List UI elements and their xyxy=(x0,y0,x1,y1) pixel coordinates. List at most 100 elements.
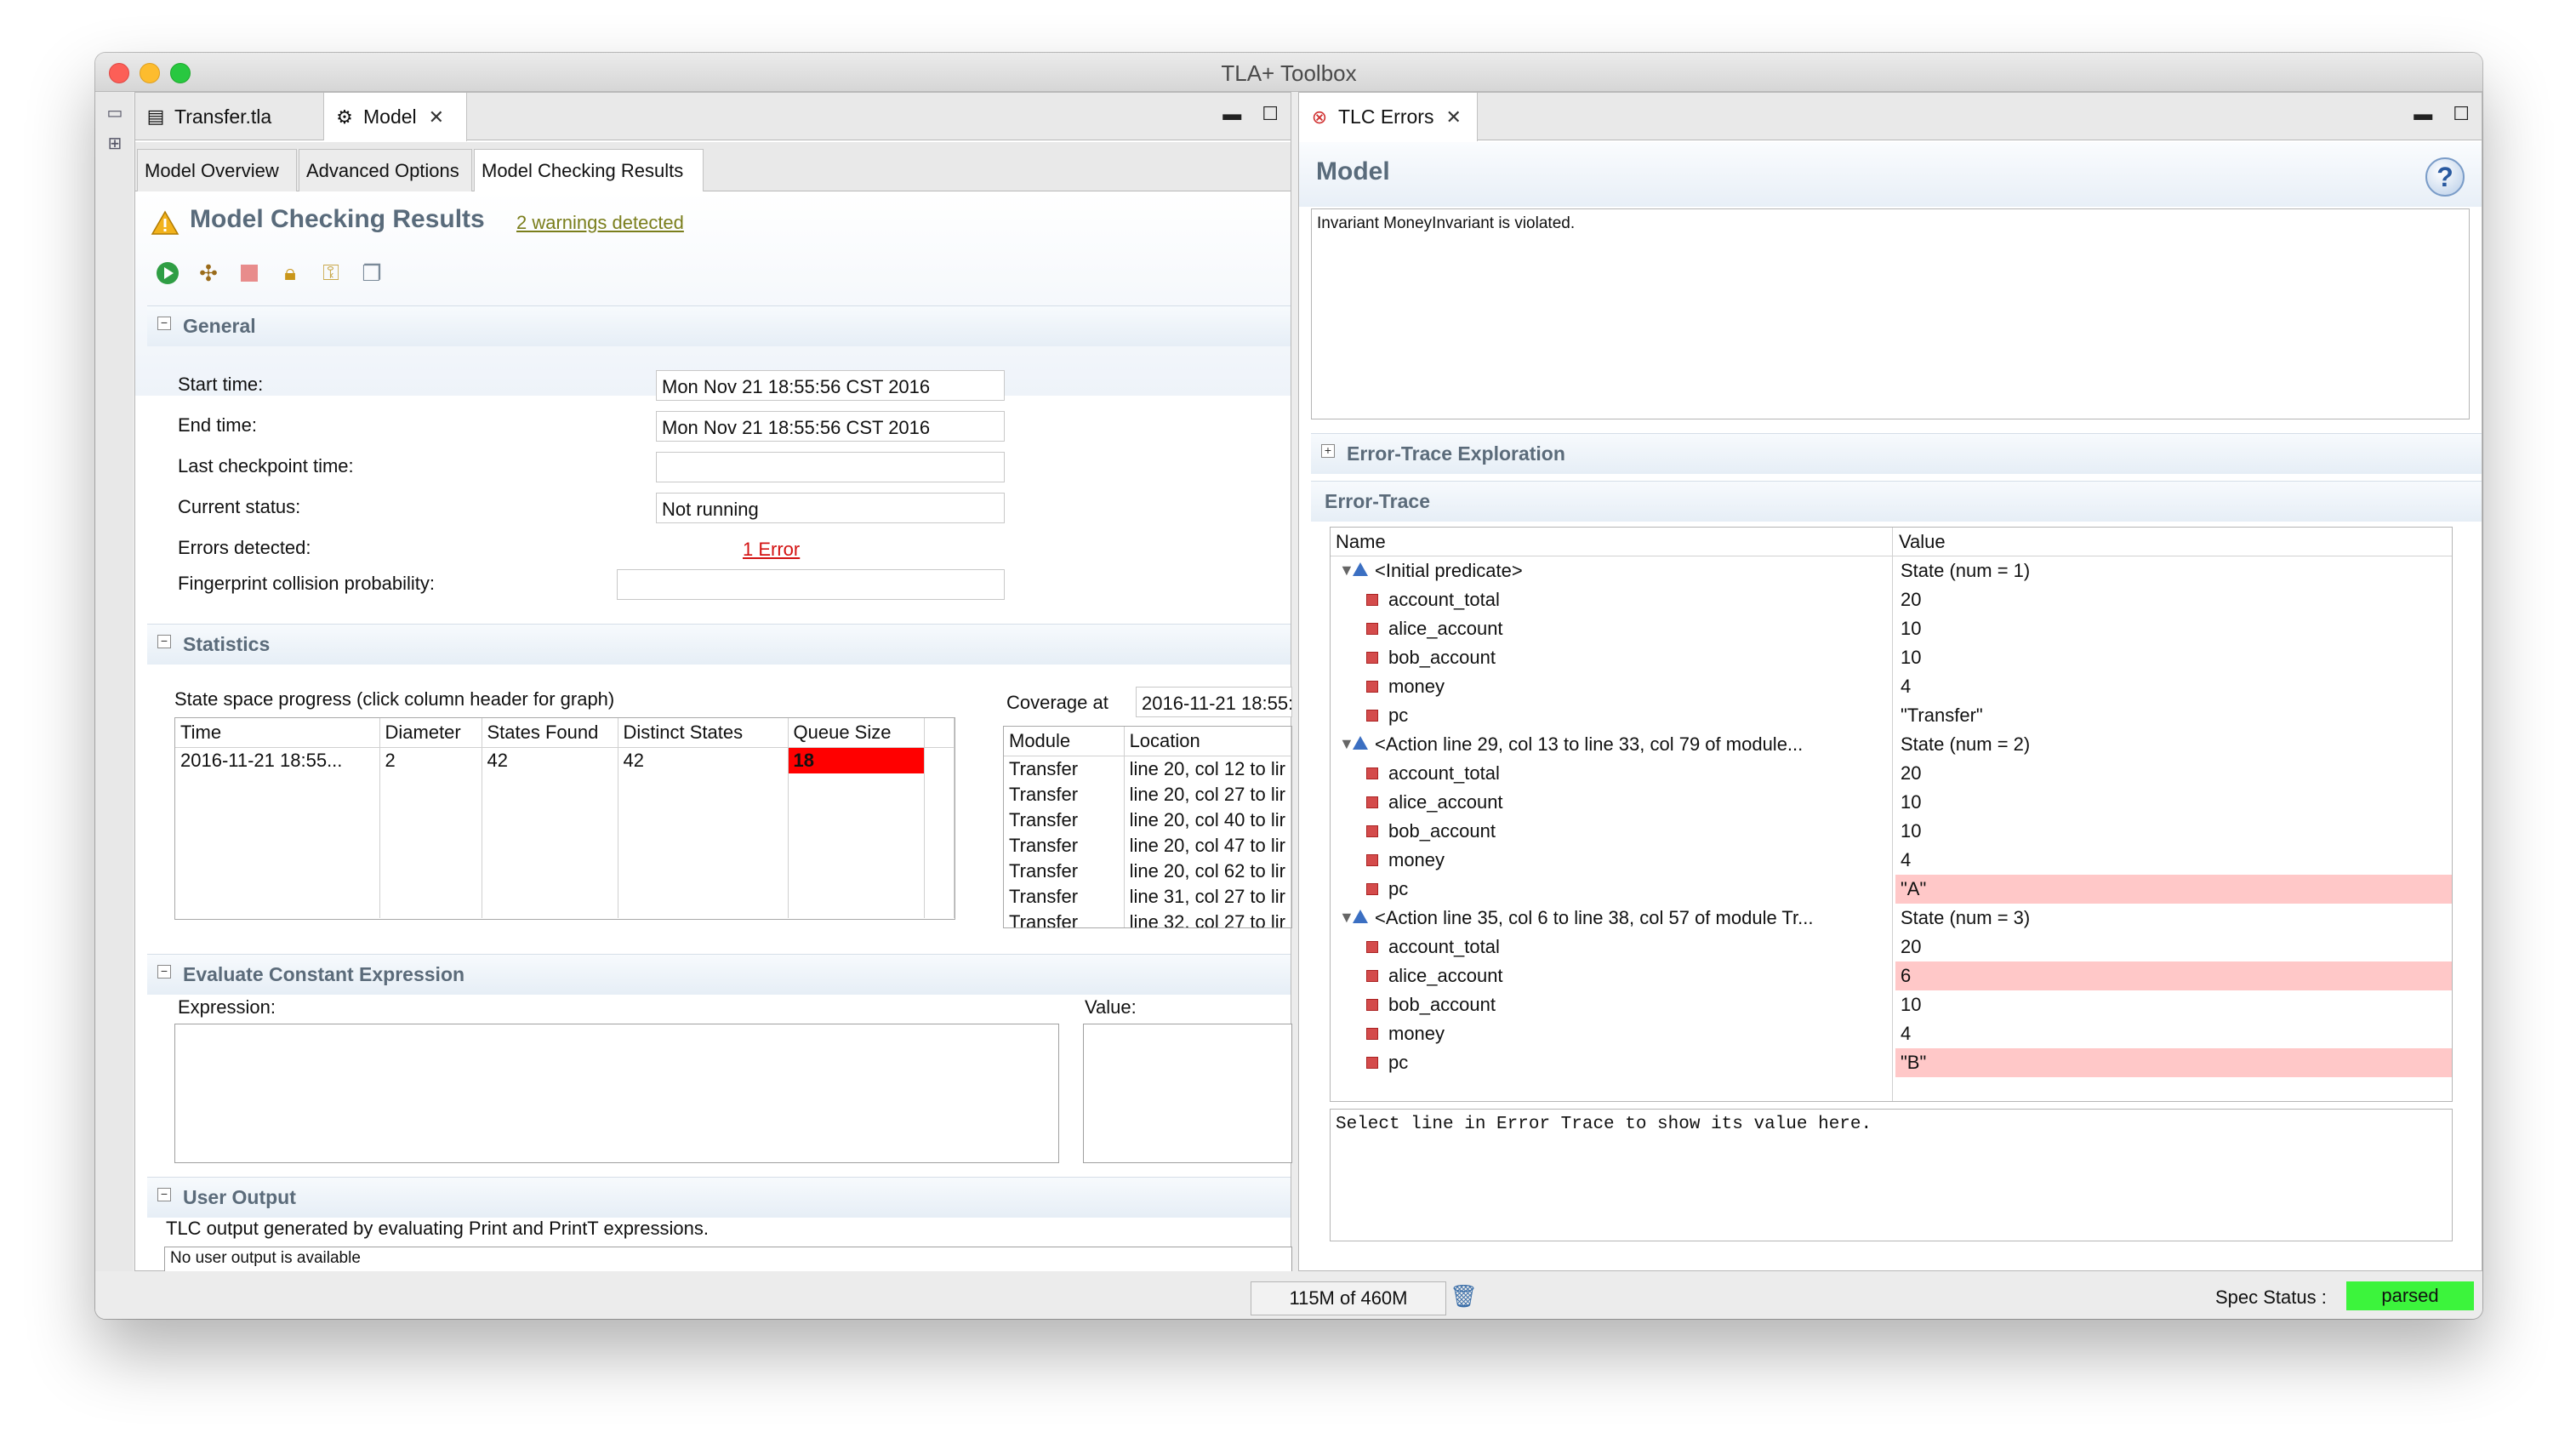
expression-input[interactable] xyxy=(174,1024,1059,1163)
trace-variable-row[interactable]: alice_account 10 xyxy=(1331,614,2452,643)
tlc-errors-panel: ⊗ TLC Errors ✕ ▬ ☐ Model ? Invariant Mon… xyxy=(1298,92,2482,1271)
collapse-icon[interactable]: − xyxy=(157,635,171,648)
tab-model-checking-results[interactable]: Model Checking Results xyxy=(474,149,704,192)
maximize-icon[interactable]: ☐ xyxy=(1262,103,1279,125)
trace-variable-row[interactable]: pc "B" xyxy=(1331,1048,2452,1077)
table-row[interactable]: Transfer line 31, col 27 to lir xyxy=(1004,884,1291,910)
close-icon[interactable]: ✕ xyxy=(1445,106,1461,128)
trace-variable-row[interactable]: account_total 20 xyxy=(1331,933,2452,961)
copy-icon[interactable]: ❐ xyxy=(356,258,387,288)
end-time-field[interactable]: Mon Nov 21 18:55:56 CST 2016 xyxy=(656,411,1005,442)
state-progress-table[interactable]: Time Diameter States Found Distinct Stat… xyxy=(174,717,955,920)
tab-advanced-options[interactable]: Advanced Options xyxy=(299,149,472,191)
trace-variable-row[interactable]: pc "A" xyxy=(1331,875,2452,904)
run-icon[interactable] xyxy=(152,258,183,288)
close-icon[interactable]: ✕ xyxy=(429,106,444,128)
tab-model-overview[interactable]: Model Overview xyxy=(137,149,297,191)
trace-variable-row[interactable]: alice_account 6 xyxy=(1331,961,2452,990)
tab-tlc-errors[interactable]: ⊗ TLC Errors ✕ xyxy=(1299,93,1478,141)
col-name[interactable]: Name xyxy=(1336,531,1386,553)
cell-time: 2016-11-21 18:55... xyxy=(175,747,380,773)
tla-file-icon: ▤ xyxy=(146,106,165,127)
table-row[interactable]: Transfer line 20, col 40 to lir xyxy=(1004,807,1291,833)
trace-variable-row[interactable]: pc "Transfer" xyxy=(1331,701,2452,730)
error-trace-tree[interactable]: Name Value ▼ <Initial predicate> State (nu… xyxy=(1330,527,2453,1102)
debug-icon[interactable]: ✣ xyxy=(193,258,224,288)
general-section-header[interactable]: − General xyxy=(147,305,1291,346)
col-location[interactable]: Location xyxy=(1124,727,1291,756)
trace-variable-row[interactable]: account_total 20 xyxy=(1331,759,2452,788)
checkpoint-field[interactable] xyxy=(656,452,1005,482)
spec-status-badge[interactable]: parsed xyxy=(2346,1281,2474,1310)
trace-state-row[interactable]: ▼ <Initial predicate> State (num = 1) xyxy=(1331,556,2452,585)
key-icon[interactable]: ⚿ xyxy=(316,258,346,288)
trace-state-row[interactable]: ▼ <Action line 29, col 13 to line 33, col… xyxy=(1331,730,2452,759)
table-row[interactable]: 2016-11-21 18:55... 2 42 42 18 xyxy=(175,747,955,773)
col-states-found[interactable]: States Found xyxy=(482,718,618,748)
help-icon[interactable]: ? xyxy=(2425,157,2465,197)
trace-state-row[interactable]: ▼ <Action line 35, col 6 to line 38, col … xyxy=(1331,904,2452,933)
collapse-icon[interactable]: − xyxy=(157,1188,171,1201)
variable-value: "B" xyxy=(1895,1048,2452,1077)
stop-icon[interactable] xyxy=(234,258,265,288)
trace-variable-row[interactable]: bob_account 10 xyxy=(1331,643,2452,672)
status-field[interactable]: Not running xyxy=(656,493,1005,523)
restore-icon[interactable]: ▭ xyxy=(104,104,126,123)
variable-icon xyxy=(1366,767,1378,779)
trace-variable-row[interactable]: money 4 xyxy=(1331,846,2452,875)
variable-name: money xyxy=(1388,676,1445,697)
trace-variable-row[interactable]: alice_account 10 xyxy=(1331,788,2452,817)
variable-name: bob_account xyxy=(1388,994,1496,1015)
evaluate-section-header[interactable]: − Evaluate Constant Expression xyxy=(147,954,1291,995)
cell-distinct-states: 42 xyxy=(618,747,789,773)
section-title: Evaluate Constant Expression xyxy=(183,963,465,985)
col-time[interactable]: Time xyxy=(175,718,380,748)
perspective-icon[interactable]: ⊞ xyxy=(104,134,126,153)
page-title: Model Checking Results xyxy=(190,205,485,233)
coverage-time-field[interactable]: 2016-11-21 18:55: xyxy=(1136,687,1292,717)
variable-icon xyxy=(1366,796,1378,808)
table-row[interactable]: Transfer line 20, col 62 to lir xyxy=(1004,859,1291,884)
errors-link[interactable]: 1 Error xyxy=(743,539,800,561)
trace-variable-row[interactable]: money 4 xyxy=(1331,672,2452,701)
table-row[interactable]: Transfer line 20, col 27 to lir xyxy=(1004,782,1291,807)
table-header-row: Time Diameter States Found Distinct Stat… xyxy=(175,718,955,748)
coverage-table[interactable]: Module Location Transfer line 20, col 12 … xyxy=(1003,726,1292,928)
trash-icon[interactable]: 🗑︎ xyxy=(1450,1283,1478,1312)
trace-variable-row[interactable]: bob_account 10 xyxy=(1331,817,2452,846)
col-value[interactable]: Value xyxy=(1899,531,1946,553)
table-row[interactable]: Transfer line 20, col 12 to lir xyxy=(1004,756,1291,782)
trace-variable-row[interactable]: money 4 xyxy=(1331,1019,2452,1048)
maximize-icon[interactable]: ☐ xyxy=(2453,103,2470,125)
expand-icon[interactable]: + xyxy=(1321,444,1335,458)
col-diameter[interactable]: Diameter xyxy=(379,718,482,748)
collapse-icon[interactable]: − xyxy=(157,317,171,330)
model-subtabs: Model Overview Advanced Options Model Ch… xyxy=(135,142,1291,192)
cell-location: line 20, col 47 to lir xyxy=(1124,833,1291,859)
trace-variable-row[interactable]: bob_account 10 xyxy=(1331,990,2452,1019)
tab-transfer-tla[interactable]: ▤ Transfer.tla xyxy=(135,93,324,140)
variable-icon xyxy=(1366,999,1378,1011)
tab-model[interactable]: ⚙ Model ✕ xyxy=(324,93,467,141)
section-title: User Output xyxy=(183,1186,296,1208)
cell-module: Transfer xyxy=(1004,859,1125,884)
lock-icon[interactable]: 🔒︎ xyxy=(275,258,305,288)
user-output-section-header[interactable]: − User Output xyxy=(147,1177,1291,1218)
cell-module: Transfer xyxy=(1004,833,1125,859)
state-value: State (num = 3) xyxy=(1901,907,2031,928)
error-trace-exploration-header[interactable]: + Error-Trace Exploration xyxy=(1311,433,2482,474)
statistics-section-header[interactable]: − Statistics xyxy=(147,624,1291,665)
table-header-row: Module Location xyxy=(1004,727,1291,756)
trace-variable-row[interactable]: account_total 20 xyxy=(1331,585,2452,614)
minimize-icon[interactable]: ▬ xyxy=(1222,103,1241,125)
minimize-icon[interactable]: ▬ xyxy=(2414,103,2432,125)
col-module[interactable]: Module xyxy=(1004,727,1125,756)
fingerprint-field[interactable] xyxy=(617,569,1005,600)
table-row[interactable]: Transfer line 32, col 27 to lir xyxy=(1004,910,1291,927)
start-time-field[interactable]: Mon Nov 21 18:55:56 CST 2016 xyxy=(656,370,1005,401)
table-row[interactable]: Transfer line 20, col 47 to lir xyxy=(1004,833,1291,859)
col-distinct-states[interactable]: Distinct States xyxy=(618,718,789,748)
collapse-icon[interactable]: − xyxy=(157,965,171,979)
col-queue-size[interactable]: Queue Size xyxy=(788,718,925,748)
warnings-link[interactable]: 2 warnings detected xyxy=(516,212,684,234)
